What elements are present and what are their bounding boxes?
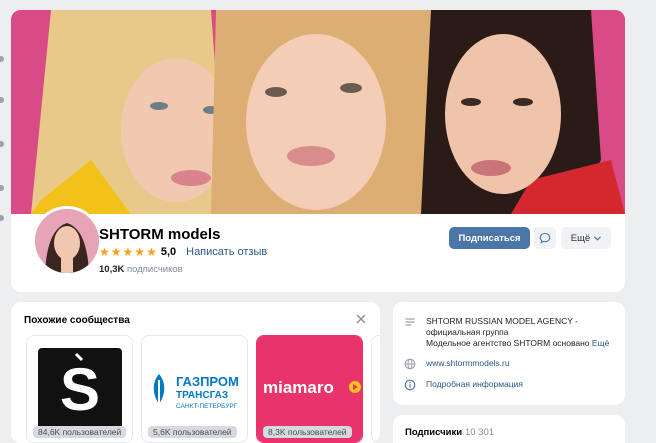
group-avatar[interactable] <box>32 206 102 276</box>
more-button[interactable]: Ещё <box>561 227 611 249</box>
message-button[interactable] <box>534 227 556 249</box>
details-link[interactable]: Подробная информация <box>426 379 523 391</box>
subscribers-card[interactable]: Подписчики 10 301 <box>393 415 625 443</box>
star-icon: ★ <box>134 245 146 259</box>
group-description: SHTORM RUSSIAN MODEL AGENCY - официальна… <box>426 316 609 349</box>
group-header-card: SHTORM models ★ ★ ★ ★ ★ 5,0 Написать отз… <box>11 10 625 292</box>
message-icon <box>539 232 551 244</box>
subscribers-total: 10 301 <box>465 427 495 438</box>
tile-members-badge: 84,6K пользователей <box>33 426 127 438</box>
rating-stars: ★ ★ ★ ★ ★ <box>99 246 157 258</box>
write-review-link[interactable]: Написать отзыв <box>186 246 267 258</box>
rating-row: ★ ★ ★ ★ ★ 5,0 Написать отзыв <box>99 246 267 258</box>
subscribers-number: 10,3K <box>99 264 125 275</box>
svg-text:САНКТ-ПЕТЕРБУРГ: САНКТ-ПЕТЕРБУРГ <box>176 403 238 410</box>
info-icon <box>404 379 416 391</box>
similar-communities-title: Похожие сообщества <box>24 315 130 326</box>
rating-value: 5,0 <box>160 246 177 258</box>
description-excerpt: Модельное агентство SHTORM основано Ещё <box>426 338 609 349</box>
website-row: www.shtormmodels.ru <box>404 358 510 370</box>
subscribers-word: подписчиков <box>127 264 183 275</box>
svg-text:miamaro: miamaro <box>263 378 334 397</box>
cover-photo[interactable] <box>11 10 625 214</box>
star-icon: ★ <box>122 245 134 259</box>
description-more-link[interactable]: Ещё <box>592 338 609 348</box>
close-icon[interactable] <box>355 313 367 325</box>
subscribers-summary[interactable]: 10,3K подписчиков <box>99 264 183 275</box>
svg-text:ГАЗПРОМ: ГАЗПРОМ <box>176 374 239 389</box>
star-icon: ★ <box>146 245 157 259</box>
gazprom-logo: ГАЗПРОМ ТРАНСГАЗ САНКТ-ПЕТЕРБУРГ <box>153 374 239 410</box>
svg-text:S: S <box>60 356 100 423</box>
svg-text:ТРАНСГАЗ: ТРАНСГАЗ <box>176 390 228 401</box>
chevron-down-icon <box>594 235 602 241</box>
globe-icon <box>404 358 416 370</box>
tile-members-badge: 8,3K пользователей <box>263 426 352 438</box>
details-row: Подробная информация <box>404 379 523 391</box>
subscribers-label: Подписчики <box>405 427 463 438</box>
group-name: SHTORM models <box>99 226 221 243</box>
group-info-card: SHTORM RUSSIAN MODEL AGENCY - официальна… <box>393 302 625 405</box>
similar-community-tile[interactable]: ГАЗПРОМ ТРАНСГАЗ САНКТ-ПЕТЕРБУРГ 5,6K по… <box>141 335 248 443</box>
description-type: официальная группа <box>426 327 509 337</box>
more-button-label: Ещё <box>570 232 591 244</box>
star-icon: ★ <box>110 245 122 259</box>
similar-community-tile[interactable]: S 84,6K пользователей <box>26 335 133 443</box>
shtorm-logo: S <box>38 348 122 432</box>
website-link[interactable]: www.shtormmodels.ru <box>426 358 510 370</box>
description-title: SHTORM RUSSIAN MODEL AGENCY - <box>426 316 578 326</box>
similar-community-tile[interactable]: miamaro 8,3K пользователей <box>256 335 363 443</box>
subscribe-button[interactable]: Подписаться <box>449 227 530 249</box>
similar-community-tile-partial[interactable] <box>371 335 380 443</box>
left-edge-indicators <box>0 0 6 443</box>
similar-communities-card: Похожие сообщества S 84,6K пользователей… <box>11 302 380 443</box>
star-icon: ★ <box>99 245 110 259</box>
text-lines-icon <box>405 318 415 326</box>
tile-members-badge: 5,6K пользователей <box>148 426 237 438</box>
description-excerpt-text: Модельное агентство SHTORM основано <box>426 338 590 348</box>
description-row: SHTORM RUSSIAN MODEL AGENCY - официальна… <box>404 316 609 349</box>
